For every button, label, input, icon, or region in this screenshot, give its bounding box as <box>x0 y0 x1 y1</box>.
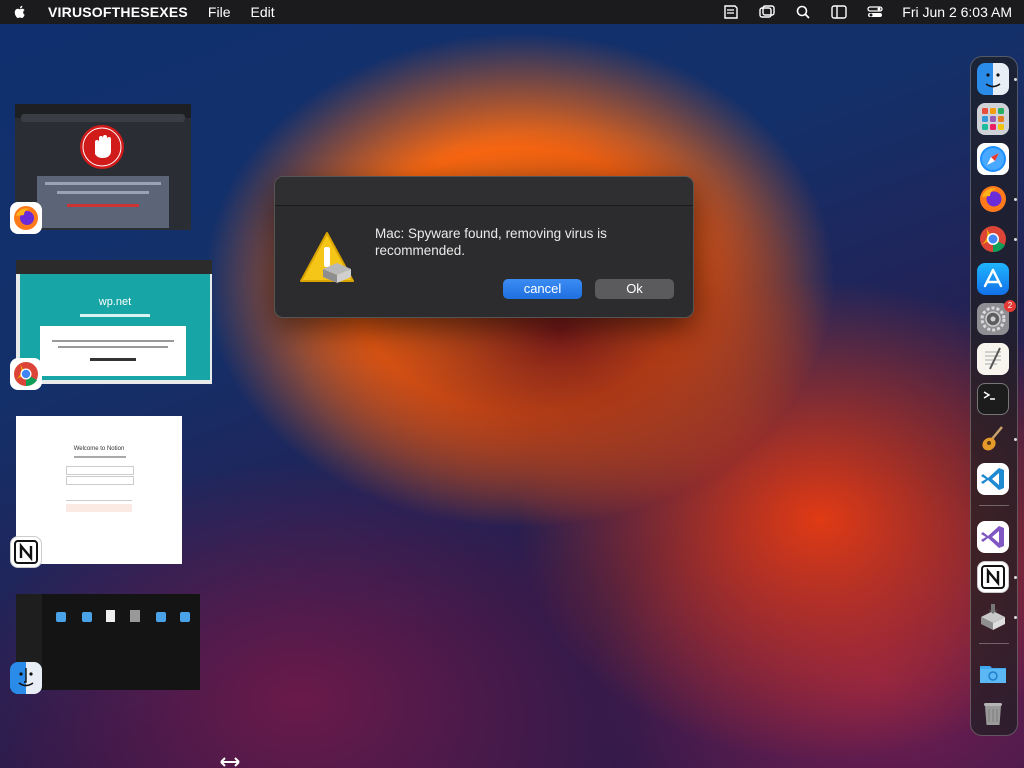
finder-app-icon[interactable] <box>10 662 42 694</box>
thumb-urlbar <box>21 114 185 122</box>
installer-icon <box>981 604 1005 630</box>
menu-clock[interactable]: Fri Jun 2 6:03 AM <box>902 4 1012 20</box>
notion-icon <box>981 565 1005 589</box>
thumb-folder-icon <box>180 612 190 622</box>
running-indicator <box>1014 576 1017 579</box>
dock-chrome[interactable] <box>977 223 1009 255</box>
dock-notion[interactable] <box>977 561 1009 593</box>
thumb-chrome-bar <box>16 260 212 274</box>
folder-icon <box>980 666 1006 683</box>
status-area: Fri Jun 2 6:03 AM <box>722 4 1012 20</box>
dock-app-store[interactable] <box>977 263 1009 295</box>
notion-icon <box>14 540 38 564</box>
dock-launchpad[interactable] <box>977 103 1009 135</box>
thumb-warning-panel <box>37 176 169 228</box>
app-store-icon <box>983 268 1003 288</box>
running-indicator <box>1014 238 1017 241</box>
apple-menu-icon[interactable] <box>12 4 28 20</box>
dock-garageband[interactable] <box>977 423 1009 455</box>
notes-icon[interactable] <box>722 4 740 20</box>
thumb-folder-icon <box>156 612 166 622</box>
dock: 2 <box>970 56 1018 736</box>
sidebar-icon[interactable] <box>830 4 848 20</box>
finder-icon <box>18 668 34 687</box>
ok-button[interactable]: Ok <box>595 279 674 299</box>
firefox-icon <box>14 206 38 230</box>
dock-visual-studio[interactable] <box>977 521 1009 553</box>
thumb-site-title: wp.net <box>98 296 132 308</box>
finder-window-thumbnail[interactable] <box>16 594 200 690</box>
control-center-icon[interactable] <box>866 4 884 20</box>
dock-safari[interactable] <box>977 143 1009 175</box>
dialog-titlebar[interactable] <box>275 177 693 206</box>
running-indicator <box>1014 78 1017 81</box>
terminal-icon <box>983 391 995 400</box>
edit-menu[interactable]: Edit <box>250 4 274 20</box>
resize-cursor-icon <box>220 757 240 767</box>
launchpad-icon <box>982 108 1004 130</box>
stop-hand-icon <box>80 125 124 169</box>
chrome-window-thumbnail[interactable]: wp.net <box>16 260 212 384</box>
menu-bar: VIRUSOFTHESEXES File Edit Fri Jun 2 6:03… <box>0 0 1024 24</box>
thumb-installer-icon <box>130 610 140 622</box>
finder-icon <box>985 73 1001 88</box>
file-menu[interactable]: File <box>208 4 231 20</box>
spyware-alert-dialog: Mac: Spyware found, removing virus is re… <box>274 176 694 318</box>
vscode-icon <box>981 468 1004 490</box>
dock-trash[interactable] <box>977 697 1009 729</box>
alert-message: Mac: Spyware found, removing virus is re… <box>375 226 607 258</box>
thumb-contact-card <box>40 326 186 376</box>
thumb-folder-icon <box>56 612 66 622</box>
thumb-folder-icon <box>82 612 92 622</box>
window-icon[interactable] <box>758 4 776 20</box>
app-name-menu[interactable]: VIRUSOFTHESEXES <box>48 4 188 20</box>
dock-separator <box>979 505 1009 506</box>
thumb-file-icon <box>106 610 115 622</box>
firefox-app-icon[interactable] <box>10 202 42 234</box>
dock-terminal[interactable] <box>977 383 1009 415</box>
cancel-button[interactable]: cancel <box>503 279 582 299</box>
dock-vscode[interactable] <box>977 463 1009 495</box>
visual-studio-icon <box>981 526 1004 548</box>
dock-textedit[interactable] <box>977 343 1009 375</box>
dock-separator <box>979 643 1009 644</box>
running-indicator <box>1014 198 1017 201</box>
dock-downloads-folder[interactable] <box>977 657 1009 689</box>
safari-icon <box>980 146 1006 172</box>
running-indicator <box>1014 616 1017 619</box>
dock-finder[interactable] <box>977 63 1009 95</box>
firefox-icon <box>980 186 1006 212</box>
textedit-icon <box>985 347 1001 370</box>
dock-system-settings[interactable]: 2 <box>977 300 1016 335</box>
notification-badge: 2 <box>1004 300 1016 312</box>
dock-firefox[interactable] <box>977 183 1009 215</box>
thumb-notion-heading: Welcome to Notion <box>73 446 125 452</box>
search-icon[interactable] <box>794 4 812 20</box>
guitar-icon <box>982 426 1003 451</box>
chrome-icon <box>14 362 38 387</box>
notion-app-icon[interactable] <box>10 536 42 568</box>
dock-installer[interactable] <box>977 601 1009 633</box>
running-indicator <box>1014 438 1017 441</box>
warning-icon <box>300 232 354 283</box>
chrome-app-icon[interactable] <box>10 358 42 390</box>
chrome-icon <box>980 226 1006 253</box>
trash-icon <box>984 703 1002 725</box>
